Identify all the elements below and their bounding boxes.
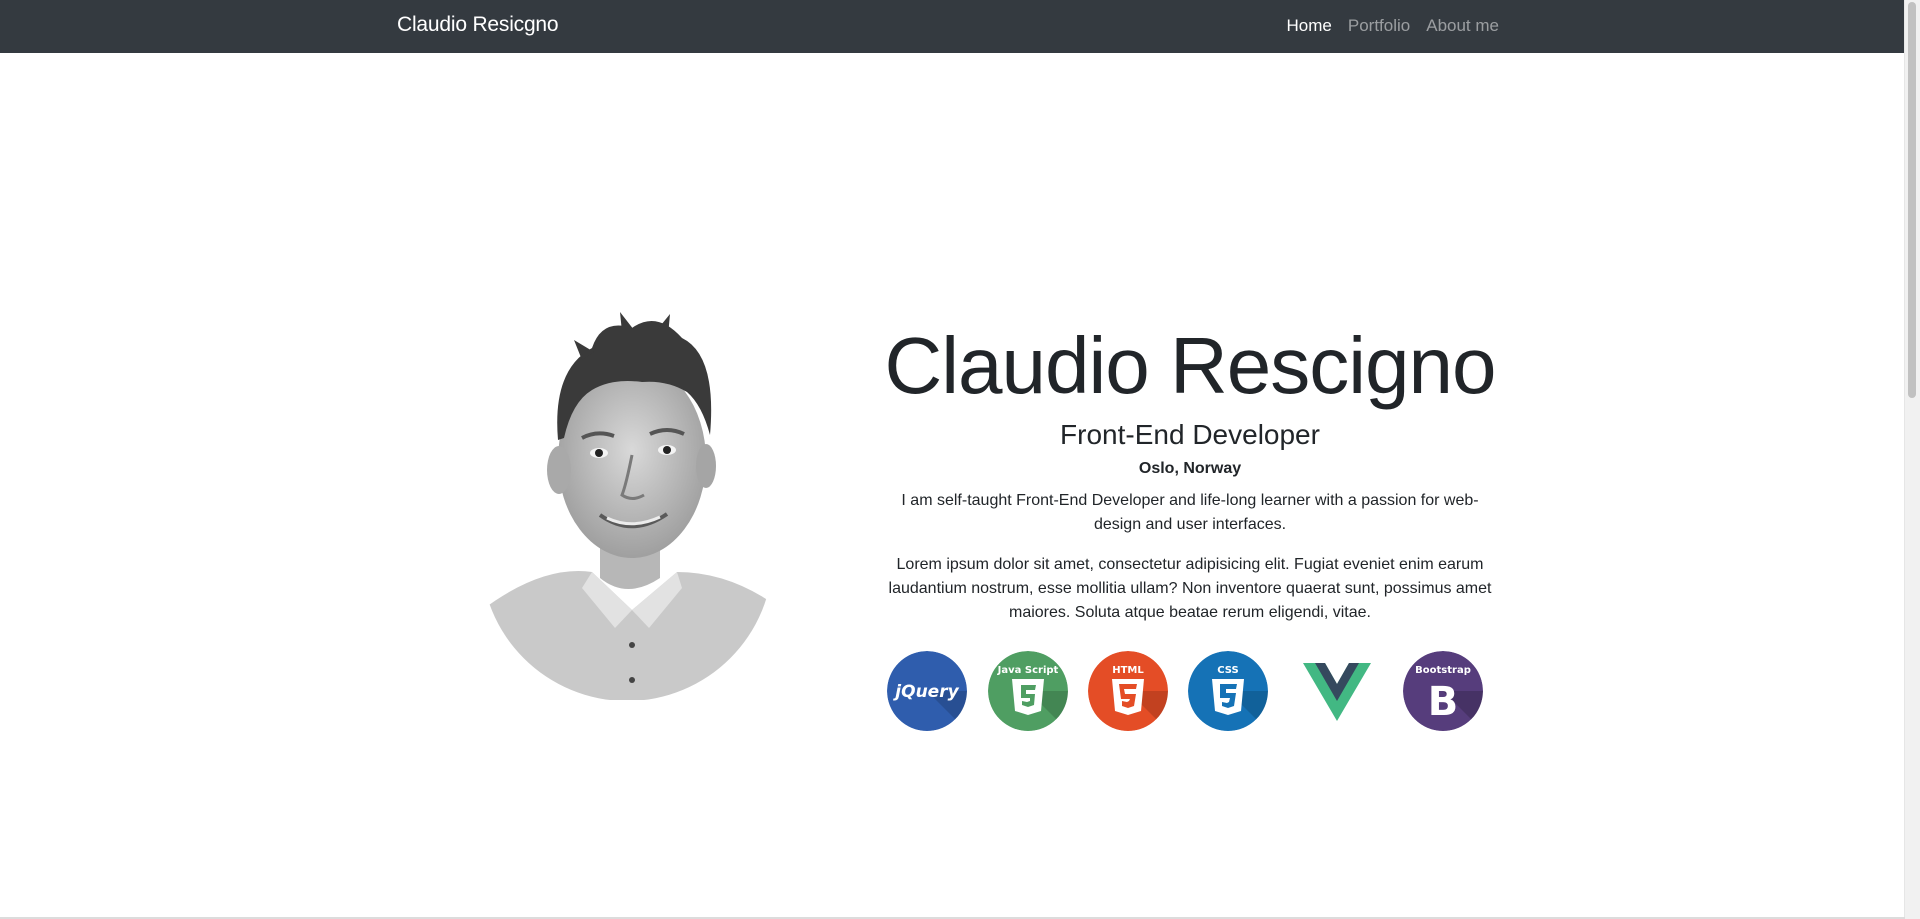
scrollbar-thumb[interactable] [1908,2,1916,398]
svg-text:Bootstrap: Bootstrap [1415,665,1471,676]
hero-location: Oslo, Norway [1138,460,1242,477]
hero-intro-text: I am self-taught Front-End Developer and… [901,492,1479,533]
brand-link[interactable]: Claudio Resicgno [397,13,559,37]
svg-text:Java Script: Java Script [997,665,1059,676]
technology-icons: jQuery Java Script HTML CSS Bootstrap B [872,651,1508,733]
hero-intro: Claudio Rescigno Front-End Developer Osl… [872,318,1508,733]
svg-text:jQuery: jQuery [892,682,959,702]
css3-icon: CSS [1188,651,1268,731]
jquery-icon: jQuery [887,651,967,731]
page-scrollbar[interactable] [1904,0,1920,919]
hero-body-text: Lorem ipsum dolor sit amet, consectetur … [888,556,1492,621]
svg-text:B: B [1428,679,1459,725]
nav-link-home[interactable]: Home [1287,16,1332,36]
hero-name: Claudio Rescigno [884,321,1496,410]
nav-link-about-me[interactable]: About me [1426,16,1499,36]
top-navbar: Claudio Resicgno Home Portfolio About me [0,0,1905,53]
bootstrap-icon: Bootstrap B [1403,651,1483,731]
nav-link-portfolio[interactable]: Portfolio [1348,16,1410,36]
profile-photo [482,310,782,701]
vue-icon [1297,651,1377,731]
hero-role: Front-End Developer [1060,419,1320,450]
html5-icon: HTML [1088,651,1168,731]
nav-links: Home Portfolio About me [1287,16,1500,36]
javascript-icon: Java Script [988,651,1068,731]
svg-text:CSS: CSS [1217,665,1238,676]
svg-text:HTML: HTML [1112,665,1144,676]
